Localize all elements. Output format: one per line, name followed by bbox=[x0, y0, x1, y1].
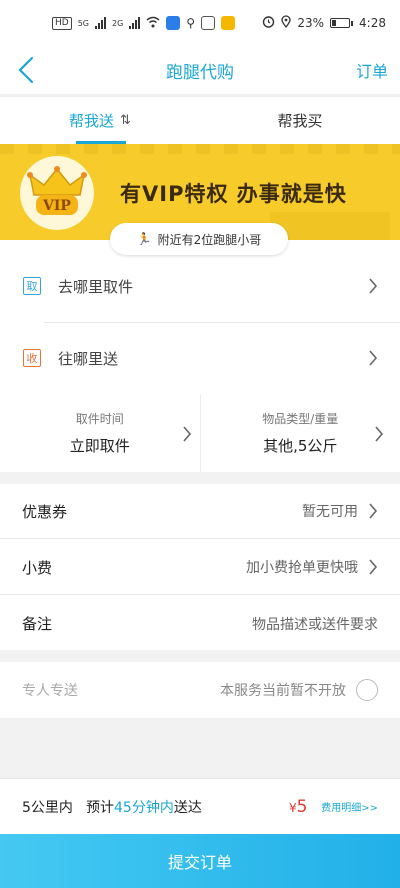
chevron-right-icon bbox=[375, 426, 384, 442]
wifi-icon bbox=[146, 16, 160, 31]
nav-bar: 跑腿代购 订单 bbox=[0, 46, 400, 94]
order-details: 取件时间 立即取件 物品类型/重量 其他,5公斤 bbox=[0, 394, 400, 472]
tab-send-label: 帮我送 bbox=[69, 112, 115, 130]
banner-decoration bbox=[0, 144, 400, 154]
express-delivery-row: 专人专送 本服务当前暂不开放 bbox=[0, 662, 400, 718]
express-status: 本服务当前暂不开放 bbox=[220, 683, 346, 699]
pickup-address-label: 去哪里取件 bbox=[58, 277, 134, 296]
mail-app-icon bbox=[221, 16, 236, 30]
item-type-value: 其他,5公斤 bbox=[263, 437, 338, 455]
signal-5g-label: 5G bbox=[77, 18, 89, 28]
nearby-runners-text: 附近有2位跑腿小哥 bbox=[157, 232, 262, 247]
note-row[interactable]: 备注 物品描述或送件要求 bbox=[0, 596, 400, 651]
signal-2g-label: 2G bbox=[112, 18, 124, 28]
swap-icon[interactable]: ⇅ bbox=[120, 113, 131, 128]
tab-buy-label: 帮我买 bbox=[277, 112, 323, 130]
price-symbol: ¥ bbox=[289, 800, 297, 815]
service-tabs: 帮我送 ⇅ 帮我买 bbox=[0, 96, 400, 144]
cycling-icon: ⚲ bbox=[186, 16, 196, 30]
banner-decoration-skyline bbox=[270, 212, 390, 240]
delivery-address-row[interactable]: 收 往哪里送 bbox=[0, 322, 400, 394]
coupon-row[interactable]: 优惠券 暂无可用 bbox=[0, 484, 400, 539]
tip-label: 小费 bbox=[22, 558, 53, 577]
eta-highlight: 45分钟内 bbox=[114, 799, 174, 816]
vip-crown-badge: VIP bbox=[20, 156, 94, 230]
eta-text: 预计45分钟内送达 bbox=[86, 797, 202, 817]
app-notification-icon bbox=[166, 16, 181, 30]
order-summary: 5公里内 预计45分钟内送达 ¥5 费用明细>> bbox=[0, 778, 400, 834]
battery-percent: 23% bbox=[297, 16, 325, 30]
chevron-right-icon bbox=[369, 350, 378, 366]
pickup-address-row[interactable]: 取 去哪里取件 bbox=[0, 250, 400, 322]
coupon-label: 优惠券 bbox=[22, 502, 68, 521]
price: ¥5 bbox=[289, 797, 307, 817]
page-title: 跑腿代购 bbox=[166, 62, 234, 83]
note-input[interactable]: 物品描述或送件要求 bbox=[252, 614, 378, 634]
order-options: 优惠券 暂无可用 小费 加小费抢单更快哦 备注 物品描述或送件要求 bbox=[0, 484, 400, 650]
pickup-tag: 取 bbox=[23, 277, 41, 295]
eta-prefix: 预计 bbox=[86, 799, 114, 816]
delivery-address-label: 往哪里送 bbox=[58, 349, 119, 368]
tab-send[interactable]: 帮我送 ⇅ bbox=[0, 97, 200, 144]
chevron-right-icon bbox=[369, 278, 378, 294]
alarm-icon bbox=[262, 15, 275, 31]
hd-indicator: HD bbox=[52, 16, 72, 30]
coupon-value: 暂无可用 bbox=[302, 504, 358, 520]
tip-row[interactable]: 小费 加小费抢单更快哦 bbox=[0, 540, 400, 595]
express-label: 专人专送 bbox=[22, 683, 78, 699]
runner-icon: 🏃 bbox=[136, 232, 152, 246]
price-amount: 5 bbox=[296, 796, 308, 817]
note-label: 备注 bbox=[22, 615, 53, 633]
tab-buy[interactable]: 帮我买 bbox=[200, 97, 400, 144]
vip-badge-text: VIP bbox=[42, 198, 71, 214]
item-type-selector[interactable]: 物品类型/重量 其他,5公斤 bbox=[199, 394, 400, 472]
location-icon bbox=[281, 15, 292, 31]
address-divider bbox=[44, 322, 400, 323]
vip-slogan: 有VIP特权 办事就是快 bbox=[120, 182, 347, 206]
pickup-time-selector[interactable]: 取件时间 立即取件 bbox=[0, 394, 200, 472]
eta-suffix: 送达 bbox=[173, 799, 202, 816]
status-right: 23% 4:28 bbox=[262, 15, 386, 31]
submit-order-button[interactable]: 提交订单 bbox=[0, 834, 400, 888]
chevron-right-icon bbox=[369, 559, 378, 575]
clock: 4:28 bbox=[359, 16, 386, 30]
battery-icon bbox=[330, 18, 354, 28]
distance-text: 5公里内 bbox=[22, 799, 73, 816]
tip-value: 加小费抢单更快哦 bbox=[246, 560, 358, 576]
status-left: HD 5G 2G ⚲ bbox=[52, 16, 236, 31]
chevron-right-icon bbox=[369, 503, 378, 519]
pickup-time-caption: 取件时间 bbox=[75, 412, 124, 426]
orders-link[interactable]: 订单 bbox=[356, 58, 388, 82]
item-type-caption: 物品类型/重量 bbox=[262, 412, 339, 426]
signal-icon-2 bbox=[129, 17, 141, 29]
crown-icon: VIP bbox=[27, 166, 87, 215]
delivery-tag: 收 bbox=[23, 349, 41, 367]
fee-detail-link[interactable]: 费用明细>> bbox=[321, 799, 378, 814]
pickup-time-value: 立即取件 bbox=[69, 437, 130, 455]
chevron-right-icon bbox=[182, 426, 191, 442]
signal-icon bbox=[95, 17, 106, 29]
express-radio[interactable] bbox=[356, 679, 378, 701]
map-app-icon bbox=[201, 16, 216, 30]
nearby-runners-pill[interactable]: 🏃 附近有2位跑腿小哥 bbox=[110, 223, 288, 255]
back-arrow-icon[interactable] bbox=[16, 54, 40, 86]
status-bar: HD 5G 2G ⚲ 23% 4:28 bbox=[0, 0, 400, 46]
